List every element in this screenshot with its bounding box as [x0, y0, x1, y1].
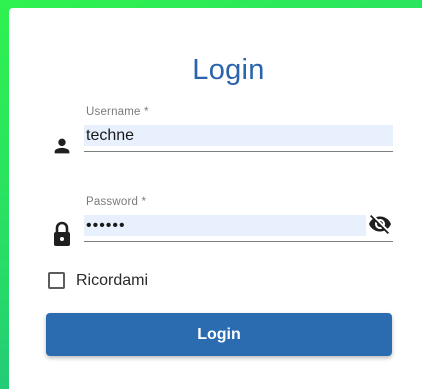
lock-icon: [51, 221, 73, 247]
page-title: Login: [192, 54, 265, 86]
password-input[interactable]: [84, 215, 366, 236]
password-label: Password *: [86, 196, 147, 208]
remember-me-label[interactable]: Ricordami: [76, 272, 148, 290]
username-label: Username *: [86, 106, 149, 118]
login-card: Login Username * Password * Ricordami Lo…: [9, 8, 422, 389]
password-underline: [84, 241, 393, 242]
login-button[interactable]: Login: [46, 313, 392, 356]
eye-off-icon[interactable]: [367, 212, 393, 236]
person-icon: [51, 135, 73, 157]
username-input[interactable]: [84, 125, 393, 146]
username-underline: [84, 151, 393, 152]
remember-me-checkbox[interactable]: [48, 272, 65, 289]
